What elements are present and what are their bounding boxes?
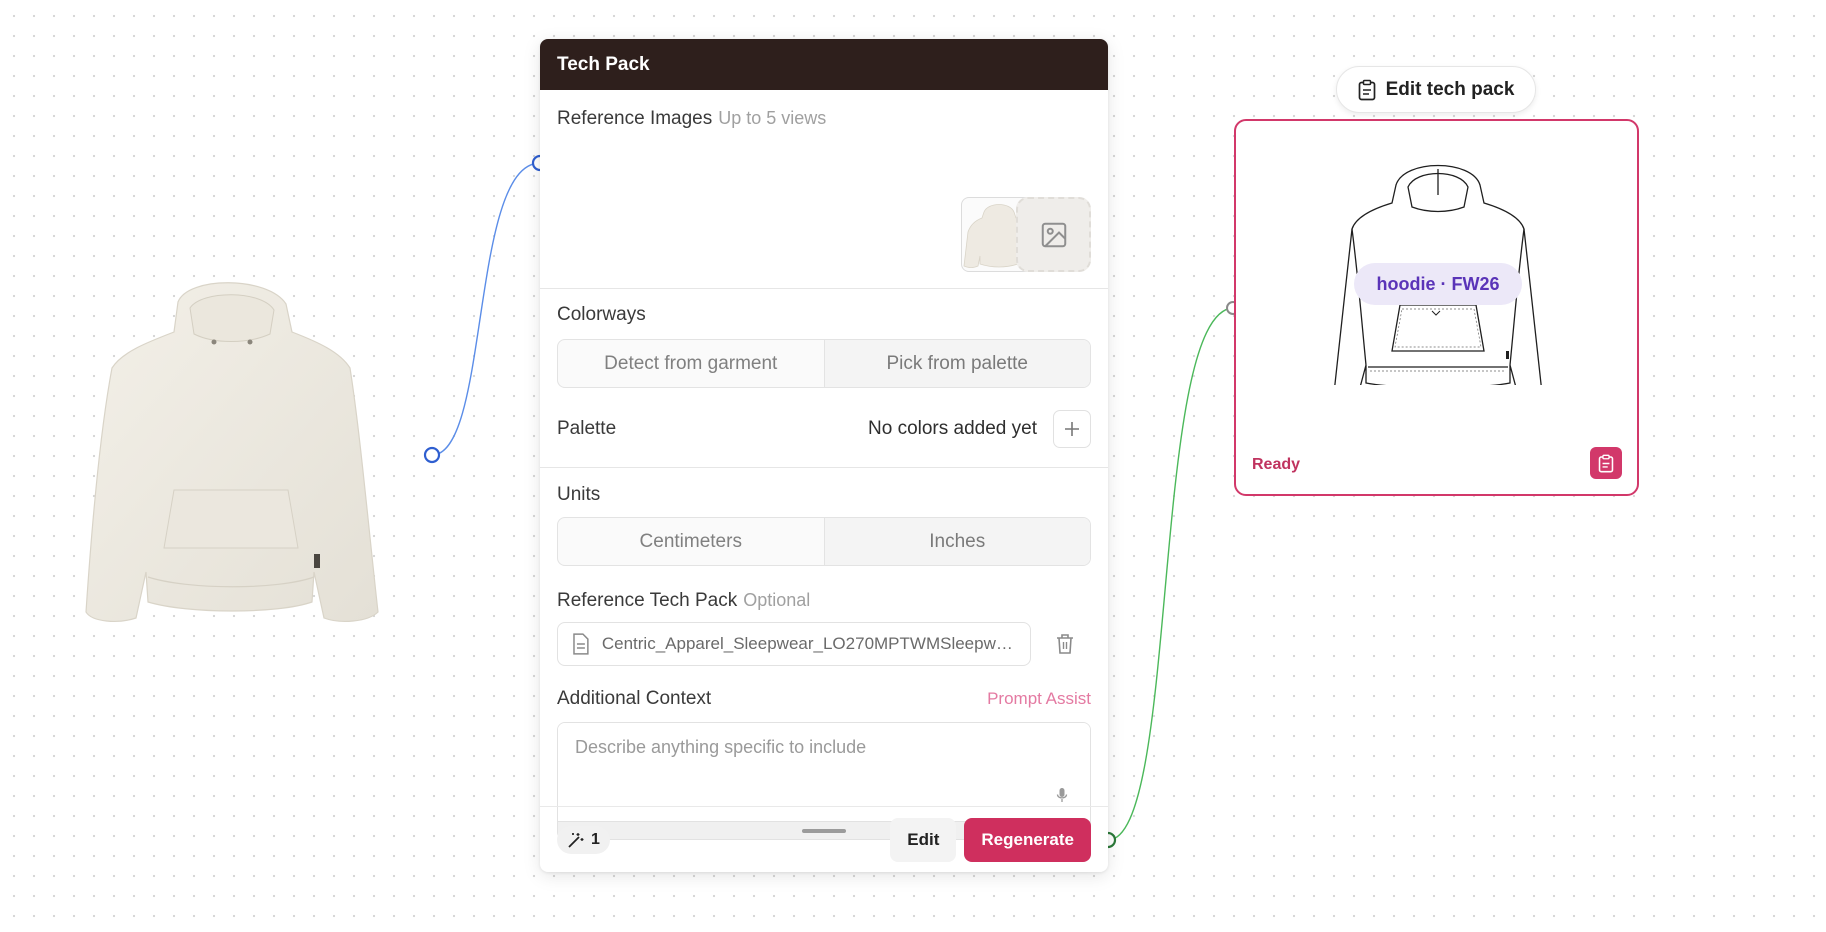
palette-row: Palette No colors added yet [557,410,1091,448]
reference-images-section: Reference Images Up to 5 views [540,90,1108,289]
reference-thumbnails [961,197,1091,272]
additional-context-header: Additional Context Prompt Assist [557,688,1091,710]
pick-from-palette-option[interactable]: Pick from palette [823,340,1090,387]
tech-pack-title: Tech Pack [557,53,650,75]
source-image-node[interactable] [78,272,388,642]
colorways-toggle: Detect from garment Pick from palette [557,339,1091,388]
tech-pack-footer: 1 Edit Regenerate [540,806,1108,872]
generation-count-chip[interactable]: 1 [557,825,610,854]
units-section: Units Centimeters Inches Reference Tech … [540,468,1108,840]
edit-button[interactable]: Edit [890,817,957,862]
colorways-label: Colorways [557,304,646,325]
clipboard-icon [1358,79,1375,100]
detect-from-garment-option[interactable]: Detect from garment [558,340,824,387]
trash-icon [1057,634,1073,654]
delete-file-button[interactable] [1043,622,1087,666]
generation-count: 1 [591,830,600,848]
units-toggle: Centimeters Inches [557,517,1091,566]
source-output-handle [423,446,441,464]
edge-techpack-to-output [1107,307,1235,841]
palette-label: Palette [557,418,617,439]
garment-name-badge: hoodie · FW26 [1354,263,1522,305]
prompt-assist-link[interactable]: Prompt Assist [987,689,1091,709]
plus-icon [1065,422,1079,436]
inches-option[interactable]: Inches [823,518,1090,565]
microphone-icon[interactable] [1056,787,1068,803]
regenerate-button[interactable]: Regenerate [964,817,1091,862]
hoodie-photo [85,282,379,622]
open-tech-pack-button[interactable] [1590,447,1622,479]
tech-pack-output-node[interactable]: hoodie · FW26 Ready [1234,119,1639,496]
node-canvas[interactable]: Tech Pack Reference ImagesUp to 5 views [0,0,1826,932]
tech-pack-node[interactable]: Tech Pack Reference ImagesUp to 5 views [540,39,1108,872]
additional-context-label: Additional Context [557,688,712,709]
palette-empty-text: No colors added yet [868,418,1037,439]
magic-wand-icon [568,832,584,848]
units-label: Units [557,484,601,505]
colorways-section: Colorways Detect from garment Pick from … [540,289,1108,468]
centimeters-option[interactable]: Centimeters [558,518,824,565]
edit-tech-pack-button[interactable]: Edit tech pack [1336,66,1536,113]
add-reference-image-button[interactable] [1016,197,1091,272]
reference-tech-pack-row: Centric_Apparel_Sleepwear_LO270MPTWMSlee… [557,622,1091,666]
image-icon [1041,222,1066,247]
reference-tech-pack-label: Reference Tech Pack [557,590,738,611]
add-color-button[interactable] [1053,410,1091,448]
edit-tech-pack-label: Edit tech pack [1385,78,1515,100]
reference-file-name: Centric_Apparel_Sleepwear_LO270MPTWMSlee… [601,634,1016,653]
edge-source-to-techpack [431,162,541,456]
document-icon [573,633,589,655]
reference-tech-pack-hint: Optional [743,590,811,610]
reference-file-chip[interactable]: Centric_Apparel_Sleepwear_LO270MPTWMSlee… [557,622,1031,666]
tech-pack-header[interactable]: Tech Pack [540,39,1108,90]
status-text: Ready [1252,456,1301,473]
reference-images-hint: Up to 5 views [718,108,827,128]
clipboard-icon [1598,454,1614,472]
reference-images-label: Reference Images [557,108,713,129]
